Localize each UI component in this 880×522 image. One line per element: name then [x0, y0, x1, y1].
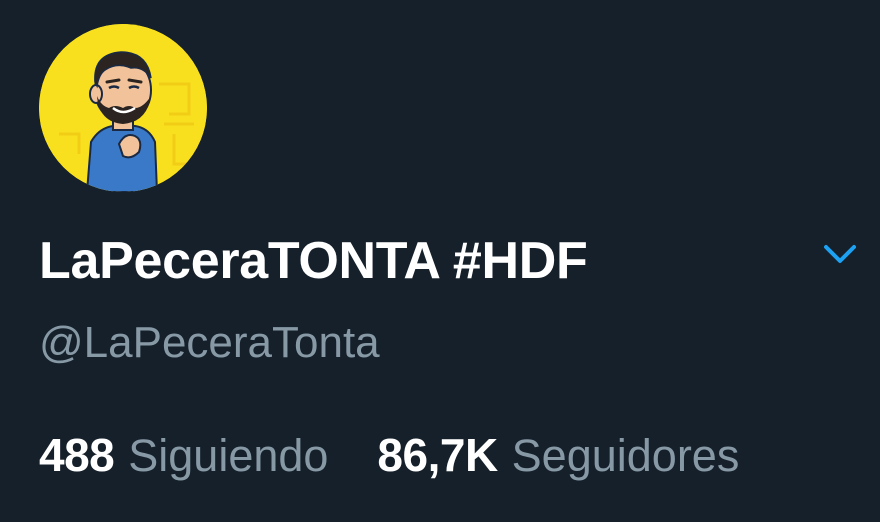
chevron-down-icon[interactable]: [818, 237, 862, 273]
cartoon-man-avatar-icon: [39, 24, 207, 192]
profile-header: LaPeceraTONTA #HDF @LaPeceraTonta 488 Si…: [0, 0, 880, 522]
followers-count: 86,7K: [377, 429, 498, 481]
following-stat[interactable]: 488 Siguiendo: [39, 426, 328, 485]
following-count: 488: [39, 429, 115, 481]
followers-stat[interactable]: 86,7K Seguidores: [377, 426, 739, 485]
avatar[interactable]: [39, 24, 207, 192]
following-label: Siguiendo: [128, 430, 329, 481]
follow-stats: 488 Siguiendo 86,7K Seguidores: [39, 426, 739, 485]
followers-label: Seguidores: [511, 430, 740, 481]
display-name: LaPeceraTONTA #HDF: [39, 232, 588, 290]
user-handle: @LaPeceraTonta: [39, 318, 380, 367]
